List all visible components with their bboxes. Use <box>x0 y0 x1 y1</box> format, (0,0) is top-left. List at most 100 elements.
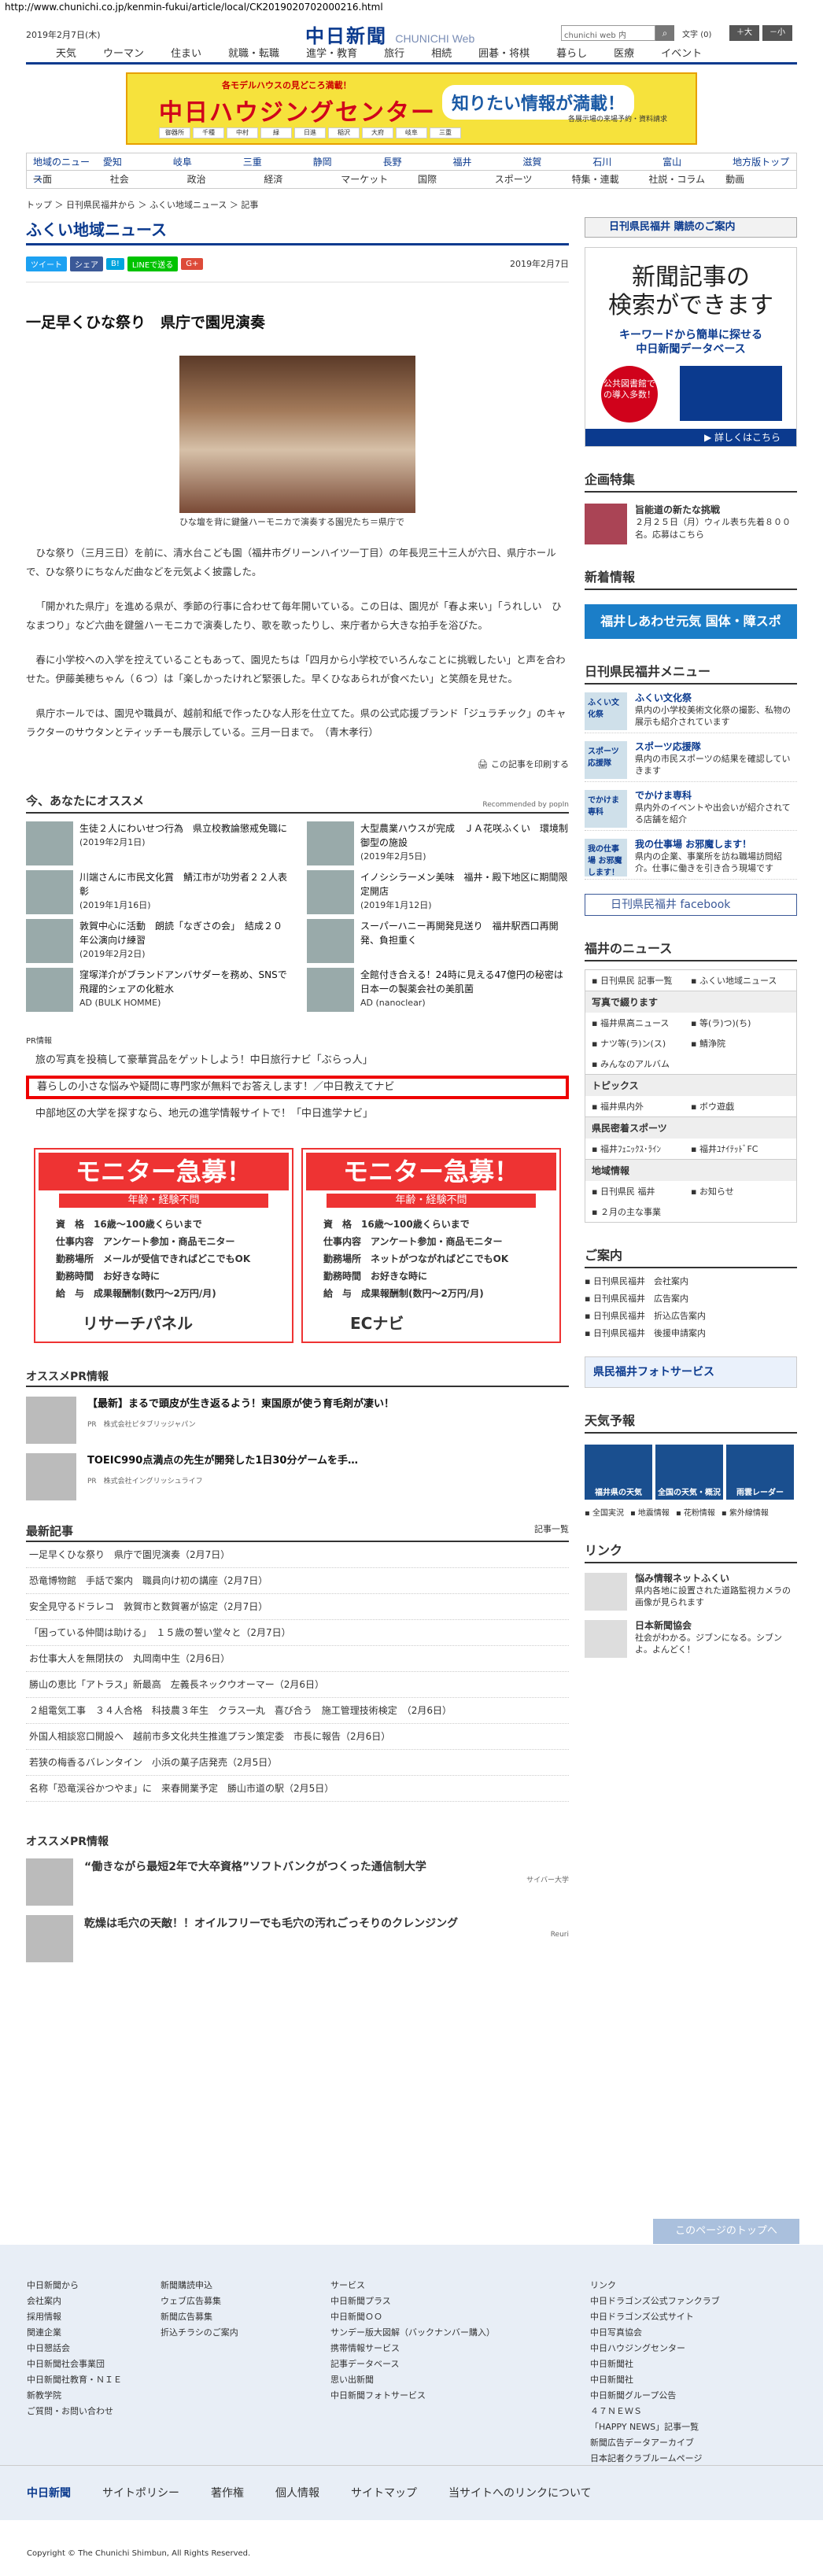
footer-link[interactable]: 中日ドラゴンズ公式サイト <box>590 2309 720 2325</box>
latest-item[interactable]: 恐竜博物館 手話で案内 職員向け初の講座（2月7日） <box>26 1568 569 1594</box>
gnav-item[interactable]: 住まい <box>171 46 201 62</box>
recommend-item[interactable]: イノシシラーメン美味 福井・殿下地区に期間限定開店 (2019年1月12日) <box>307 870 569 914</box>
latest-item[interactable]: 外国人相談窓口開設へ 越前市多文化共生推進プラン策定委 市長に報告（2月6日） <box>26 1724 569 1750</box>
news-link[interactable]: ▪ みんなのアルバム <box>592 1057 691 1070</box>
weather-link[interactable]: ▪ 花粉情報 <box>676 1506 715 1518</box>
news-link[interactable]: ▪ 鯖浄院 <box>691 1037 790 1050</box>
subnav-region[interactable]: 静岡 <box>307 153 377 170</box>
osusume-item[interactable]: TOEIC990点満点の先生が開発した1日30分ゲームを手… PR 株式会社イング… <box>26 1453 569 1500</box>
font-up-button[interactable]: ＋大 <box>729 25 759 41</box>
facebook-share-button[interactable]: シェア <box>70 256 103 271</box>
pr-link-2[interactable]: 暮らしの小さな悩みや疑問に専門家が無料でお答えします！／中日教えてナビ <box>26 1076 569 1099</box>
monitor-ad[interactable]: モニター急募！ 年齢・経験不問資 格 16歳～100歳くらいまで 仕事内容 アンケー… <box>301 1148 561 1343</box>
footer-link[interactable]: 思い出新聞 <box>330 2372 495 2388</box>
weather-link[interactable]: ▪ 全国実況 <box>585 1506 624 1518</box>
link-item[interactable]: 日本新聞協会 社会がわかる。ジブンになる。シブンよ。よんどく！ <box>585 1620 797 1658</box>
weather-link[interactable]: ▪ 紫外線情報 <box>722 1506 769 1518</box>
footer-link[interactable]: 中日新聞フォトサービス <box>330 2388 495 2404</box>
kokutai-banner[interactable]: 福井しあわせ元気 国体・障スポ 2018 <box>585 604 797 663</box>
subnav-region[interactable]: 三重 <box>237 153 307 170</box>
menu-item[interactable]: スポーツ応援隊 スポーツ応援隊 県内の市民スポーツの結果を確認していきます <box>585 741 797 782</box>
latest-item[interactable]: 名称「恐竜渓谷かつやま」に 来春開業予定 勝山市道の駅（2月5日） <box>26 1776 569 1802</box>
latest-item[interactable]: 若狭の梅香るバレンタイン 小浜の菓子店発売（2月5日） <box>26 1750 569 1776</box>
search-input[interactable]: chunichi web 内 <box>561 25 655 41</box>
monitor-ad[interactable]: モニター急募！ 年齢・経験不問資 格 16歳～100歳くらいまで 仕事内容 アンケー… <box>34 1148 293 1343</box>
news-link[interactable]: ▪ 福井ﾕﾅｲﾃｯﾄﾞFC <box>691 1142 790 1155</box>
goannai-link[interactable]: ▪ 日刊県民福井 広告案内 <box>585 1290 797 1308</box>
news-link[interactable] <box>691 1205 790 1218</box>
goannai-link[interactable]: ▪ 日刊県民福井 会社案内 <box>585 1273 797 1290</box>
footer-link[interactable]: 新教学院 <box>27 2388 122 2404</box>
weather-tile[interactable]: 全国の天気・概況 <box>655 1445 723 1500</box>
housing-center-banner[interactable]: 各モデルハウスの見どころ満載！ 中日ハウジングセンター 知りたい情報が満載！ 各… <box>126 72 697 145</box>
weather-link[interactable]: ▪ 地震情報 <box>630 1506 670 1518</box>
goannai-link[interactable]: ▪ 日刊県民福井 折込広告案内 <box>585 1308 797 1325</box>
subnav-category[interactable]: 動画 <box>719 171 796 188</box>
osusume2-item[interactable]: “働きながら最短2年で大卒資格”ソフトバンクがつくった通信制大学 サイバー大学 <box>26 1858 569 1906</box>
news-link[interactable]: ▪ ボウ遊戯 <box>691 1100 790 1113</box>
footer-link[interactable]: 新聞広告募集 <box>161 2309 238 2325</box>
footer-link[interactable]: サンデー版大図解（バックナンバー購入） <box>330 2325 495 2341</box>
recommend-item[interactable]: スーパーハニー再開発見送り 福井駅西口再開発、負担重く <box>307 919 569 963</box>
subnav-category[interactable]: 社会 <box>104 171 181 188</box>
gnav-item[interactable]: 相続 <box>431 46 452 62</box>
footer-link[interactable]: 日本記者クラブルームページ <box>590 2451 720 2467</box>
goannai-link[interactable]: ▪ 日刊県民福井 後援申請案内 <box>585 1325 797 1342</box>
site-logo[interactable]: 中日新聞 CHUNICHI Web <box>305 20 474 48</box>
subnav-region[interactable]: 石川 <box>586 153 656 170</box>
menu-item[interactable]: 我の仕事場 お邪魔します！ 我の仕事場 お邪魔します！ 県内の企業、事業所を訪ね職場… <box>585 839 797 880</box>
news-link[interactable]: ▪ 福井ﾌｪﾆｯｸｽ･ﾗｲﾝ <box>592 1142 691 1155</box>
gnav-item[interactable]: 就職・転職 <box>228 46 279 62</box>
footer-link[interactable]: 中日新聞プラス <box>330 2294 495 2309</box>
gnav-item[interactable]: 暮らし <box>556 46 587 62</box>
menu-item[interactable]: ふくい文化祭 ふくい文化祭 県内の小学校美術文化祭の撮影、私物の展示も紹介されていま… <box>585 692 797 733</box>
footer-link[interactable]: 中日新聞グループ公告 <box>590 2388 720 2404</box>
subnav-region[interactable]: 地方版トップ <box>726 153 796 170</box>
subnav-category[interactable]: 社説・コラム <box>642 171 719 188</box>
gnav-item[interactable]: 囲碁・将棋 <box>478 46 530 62</box>
recommend-item[interactable]: 敦賀中心に活動 朗読「なぎさの会」 結成２０年公演向け練習 (2019年2月2日) <box>26 919 288 963</box>
recommend-item[interactable]: 全館付き合える！24時に見える47億円の秘密は日本一の製薬会社の美肌菌 AD (n… <box>307 968 569 1012</box>
subnav-category[interactable]: マーケット <box>334 171 412 188</box>
subnav-region[interactable]: 愛知 <box>97 153 167 170</box>
footer-link[interactable]: 中日新聞社会事業団 <box>27 2356 122 2372</box>
hatena-button[interactable]: B! <box>106 257 124 270</box>
footer-bar-link[interactable]: 中日新聞 <box>27 2485 71 2500</box>
footer-link[interactable]: ウェブ広告募集 <box>161 2294 238 2309</box>
subnav-region[interactable]: 福井 <box>446 153 516 170</box>
recommend-item[interactable]: 川端さんに市民文化賞 鯖江市が功労者２２人表彰 (2019年1月16日) <box>26 870 288 914</box>
latest-item[interactable]: 勝山の恵比「アトラス」新最高 左義長ネックウオーマー（2月6日） <box>26 1672 569 1698</box>
gnav-item[interactable]: イベント <box>661 46 702 62</box>
kikaku-item[interactable]: 旨能道の新たな挑戦 ２月２５日（月）ウィル表ち先着８００名。応募はこちら <box>585 504 797 544</box>
footer-bar-link[interactable]: サイトポリシー <box>102 2485 179 2500</box>
footer-link[interactable]: 会社案内 <box>27 2294 122 2309</box>
news-link[interactable]: ▪ 日刊県民 福井 <box>592 1185 691 1198</box>
line-button[interactable]: LINEで送る <box>127 256 179 271</box>
footer-link[interactable]: 新聞広告データアーカイブ <box>590 2435 720 2451</box>
latest-more-link[interactable]: 記事一覧 <box>534 1522 569 1539</box>
subscribe-banner[interactable]: 日刊県民福井 購読のご案内 <box>585 217 797 238</box>
footer-link[interactable]: 「HAPPY NEWS」記事一覧 <box>590 2419 720 2435</box>
link-item[interactable]: 悩み情報ネットふくい 県内各地に設置された道路監視カメラの画像が見られます <box>585 1573 797 1611</box>
recommend-item[interactable]: 窪塚洋介がブランドアンバサダーを務め、SNSで飛躍的シェアの化粧水 AD (BUL… <box>26 968 288 1012</box>
gnav-item[interactable]: 医療 <box>614 46 634 62</box>
print-link[interactable]: 🖨 この記事を印刷する <box>26 758 569 770</box>
footer-link[interactable]: 中日新聞社教育・ＮＩＥ <box>27 2372 122 2388</box>
subnav-category[interactable]: スポーツ <box>489 171 566 188</box>
search-icon[interactable]: ⌕ <box>655 25 674 41</box>
subnav-region[interactable]: 岐阜 <box>167 153 237 170</box>
footer-bar-link[interactable]: 個人情報 <box>275 2485 319 2500</box>
gnav-item[interactable]: ウーマン <box>103 46 144 62</box>
latest-item[interactable]: 安全見守るドラレコ 敦賀市と数賀署が協定（2月7日） <box>26 1594 569 1620</box>
footer-link[interactable]: 中日新聞社 <box>590 2356 720 2372</box>
footer-link[interactable]: 中日写真協会 <box>590 2325 720 2341</box>
news-link[interactable] <box>691 1057 790 1070</box>
subnav-region[interactable]: 地域のニュース <box>27 153 97 185</box>
weather-tile[interactable]: 雨雲レーダー <box>726 1445 794 1500</box>
footer-bar-link[interactable]: 著作権 <box>211 2485 244 2500</box>
news-link[interactable]: ▪ ふくい地域ニュース <box>691 974 790 987</box>
footer-link[interactable]: 中日ハウジングセンター <box>590 2341 720 2356</box>
recommend-item[interactable]: 生徒２人にわいせつ行為 県立校教論懲戒免職に (2019年2月1日) <box>26 821 288 865</box>
footer-link[interactable]: 採用情報 <box>27 2309 122 2325</box>
osusume-item[interactable]: 【最新】まるで頭皮が生き返るよう！東国原が使う育毛剤が凄い！ PR 株式会社ピタブ… <box>26 1397 569 1444</box>
